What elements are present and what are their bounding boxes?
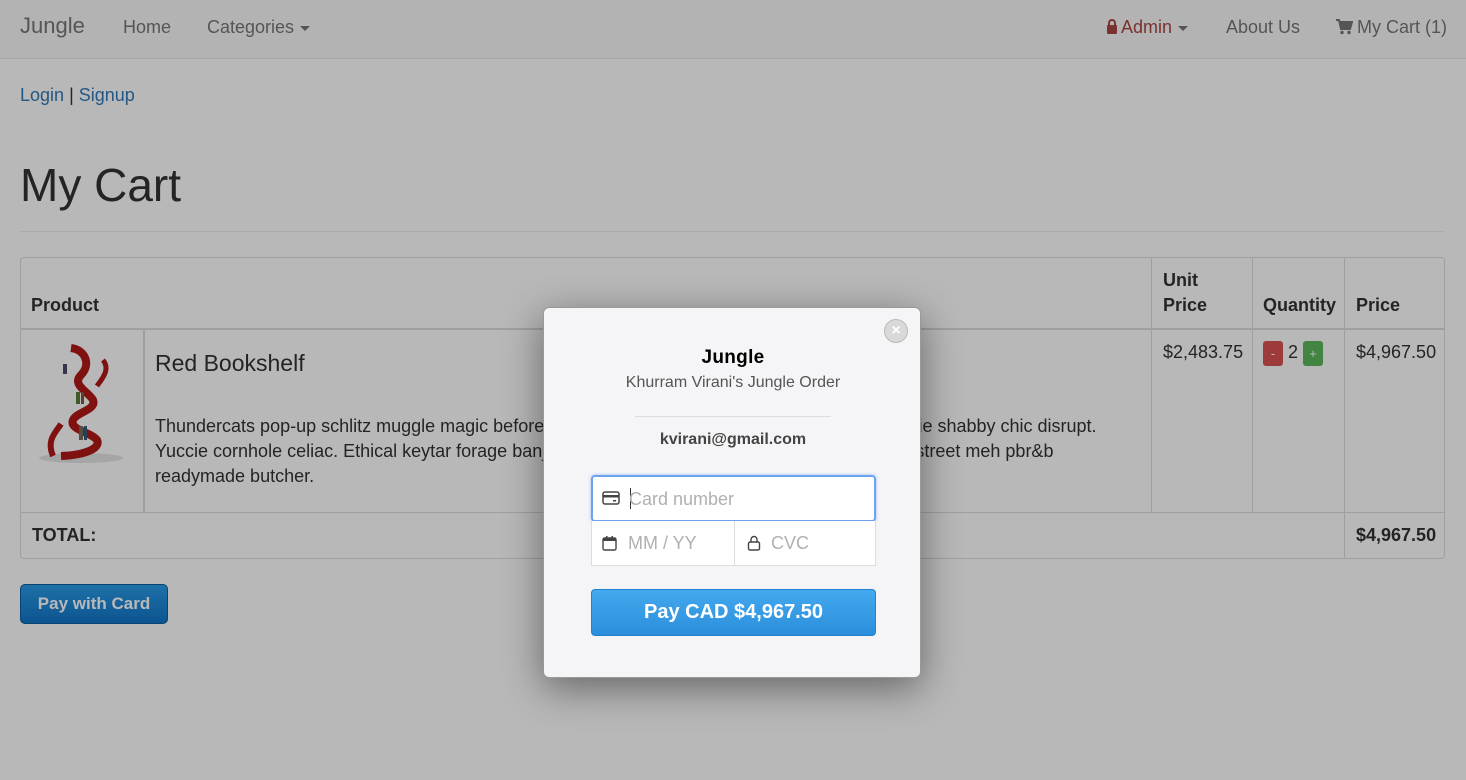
expiry-field — [591, 521, 735, 566]
close-icon[interactable]: × — [884, 319, 908, 343]
cvc-field — [734, 521, 876, 566]
card-number-input[interactable] — [629, 486, 869, 512]
cvc-input[interactable] — [771, 530, 866, 556]
modal-title: Jungle — [701, 347, 765, 368]
calendar-icon — [602, 536, 617, 551]
expiry-input[interactable] — [628, 530, 728, 556]
checkout-modal: × Jungle Khurram Virani's Jungle Order k… — [543, 307, 921, 678]
credit-card-icon — [602, 491, 620, 505]
submit-payment-button[interactable]: Pay CAD $4,967.50 — [591, 589, 876, 636]
modal-subtitle: Khurram Virani's Jungle Order — [625, 374, 841, 391]
lock-icon — [747, 535, 761, 551]
card-number-field — [591, 475, 876, 522]
modal-divider — [635, 416, 831, 417]
modal-email: kvirani@gmail.com — [659, 431, 807, 448]
